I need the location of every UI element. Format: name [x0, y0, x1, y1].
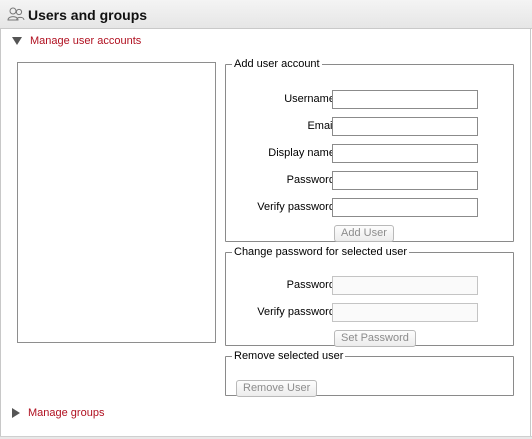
- change-verify-input[interactable]: [332, 303, 478, 322]
- users-icon: [7, 7, 25, 21]
- change-password-fieldset: Change password for selected user Passwo…: [225, 246, 514, 347]
- password-label: Password:: [286, 174, 338, 186]
- verify-password-label: Verify password:: [257, 201, 338, 213]
- email-input[interactable]: [332, 117, 478, 136]
- password-row: Password:: [226, 171, 513, 191]
- change-verify-label: Verify password:: [257, 306, 338, 318]
- display-name-row: Display name:: [226, 144, 513, 164]
- panel-header: Users and groups: [0, 0, 532, 29]
- username-label: Username:: [284, 93, 338, 105]
- manage-user-accounts-link[interactable]: Manage user accounts: [30, 35, 141, 47]
- page-title: Users and groups: [28, 7, 148, 23]
- verify-password-input[interactable]: [332, 198, 478, 217]
- username-row: Username:: [226, 90, 513, 110]
- user-list[interactable]: [17, 62, 216, 343]
- manage-user-accounts-toggle[interactable]: Manage user accounts: [12, 35, 141, 47]
- add-user-button[interactable]: Add User: [334, 225, 394, 242]
- set-password-button[interactable]: Set Password: [334, 330, 416, 347]
- change-verify-row: Verify password:: [226, 303, 513, 323]
- manage-groups-link[interactable]: Manage groups: [28, 407, 104, 419]
- add-user-legend: Add user account: [234, 58, 320, 70]
- password-input[interactable]: [332, 171, 478, 190]
- display-name-input[interactable]: [332, 144, 478, 163]
- change-password-legend: Change password for selected user: [234, 246, 408, 258]
- expanded-triangle-icon: [12, 37, 22, 45]
- change-password-input[interactable]: [332, 276, 478, 295]
- change-password-row: Password:: [226, 276, 513, 296]
- remove-user-button[interactable]: Remove User: [236, 380, 318, 397]
- display-name-label: Display name:: [268, 147, 338, 159]
- remove-user-fieldset: Remove selected user Remove User: [225, 350, 514, 397]
- username-input[interactable]: [332, 90, 478, 109]
- add-user-fieldset: Add user account Username: Email: Displa…: [225, 58, 514, 242]
- change-password-label: Password:: [286, 279, 338, 291]
- manage-groups-toggle[interactable]: Manage groups: [12, 407, 104, 419]
- verify-password-row: Verify password:: [226, 198, 513, 218]
- collapsed-triangle-icon: [12, 408, 20, 418]
- email-row: Email:: [226, 117, 513, 137]
- remove-user-legend: Remove selected user: [234, 350, 344, 362]
